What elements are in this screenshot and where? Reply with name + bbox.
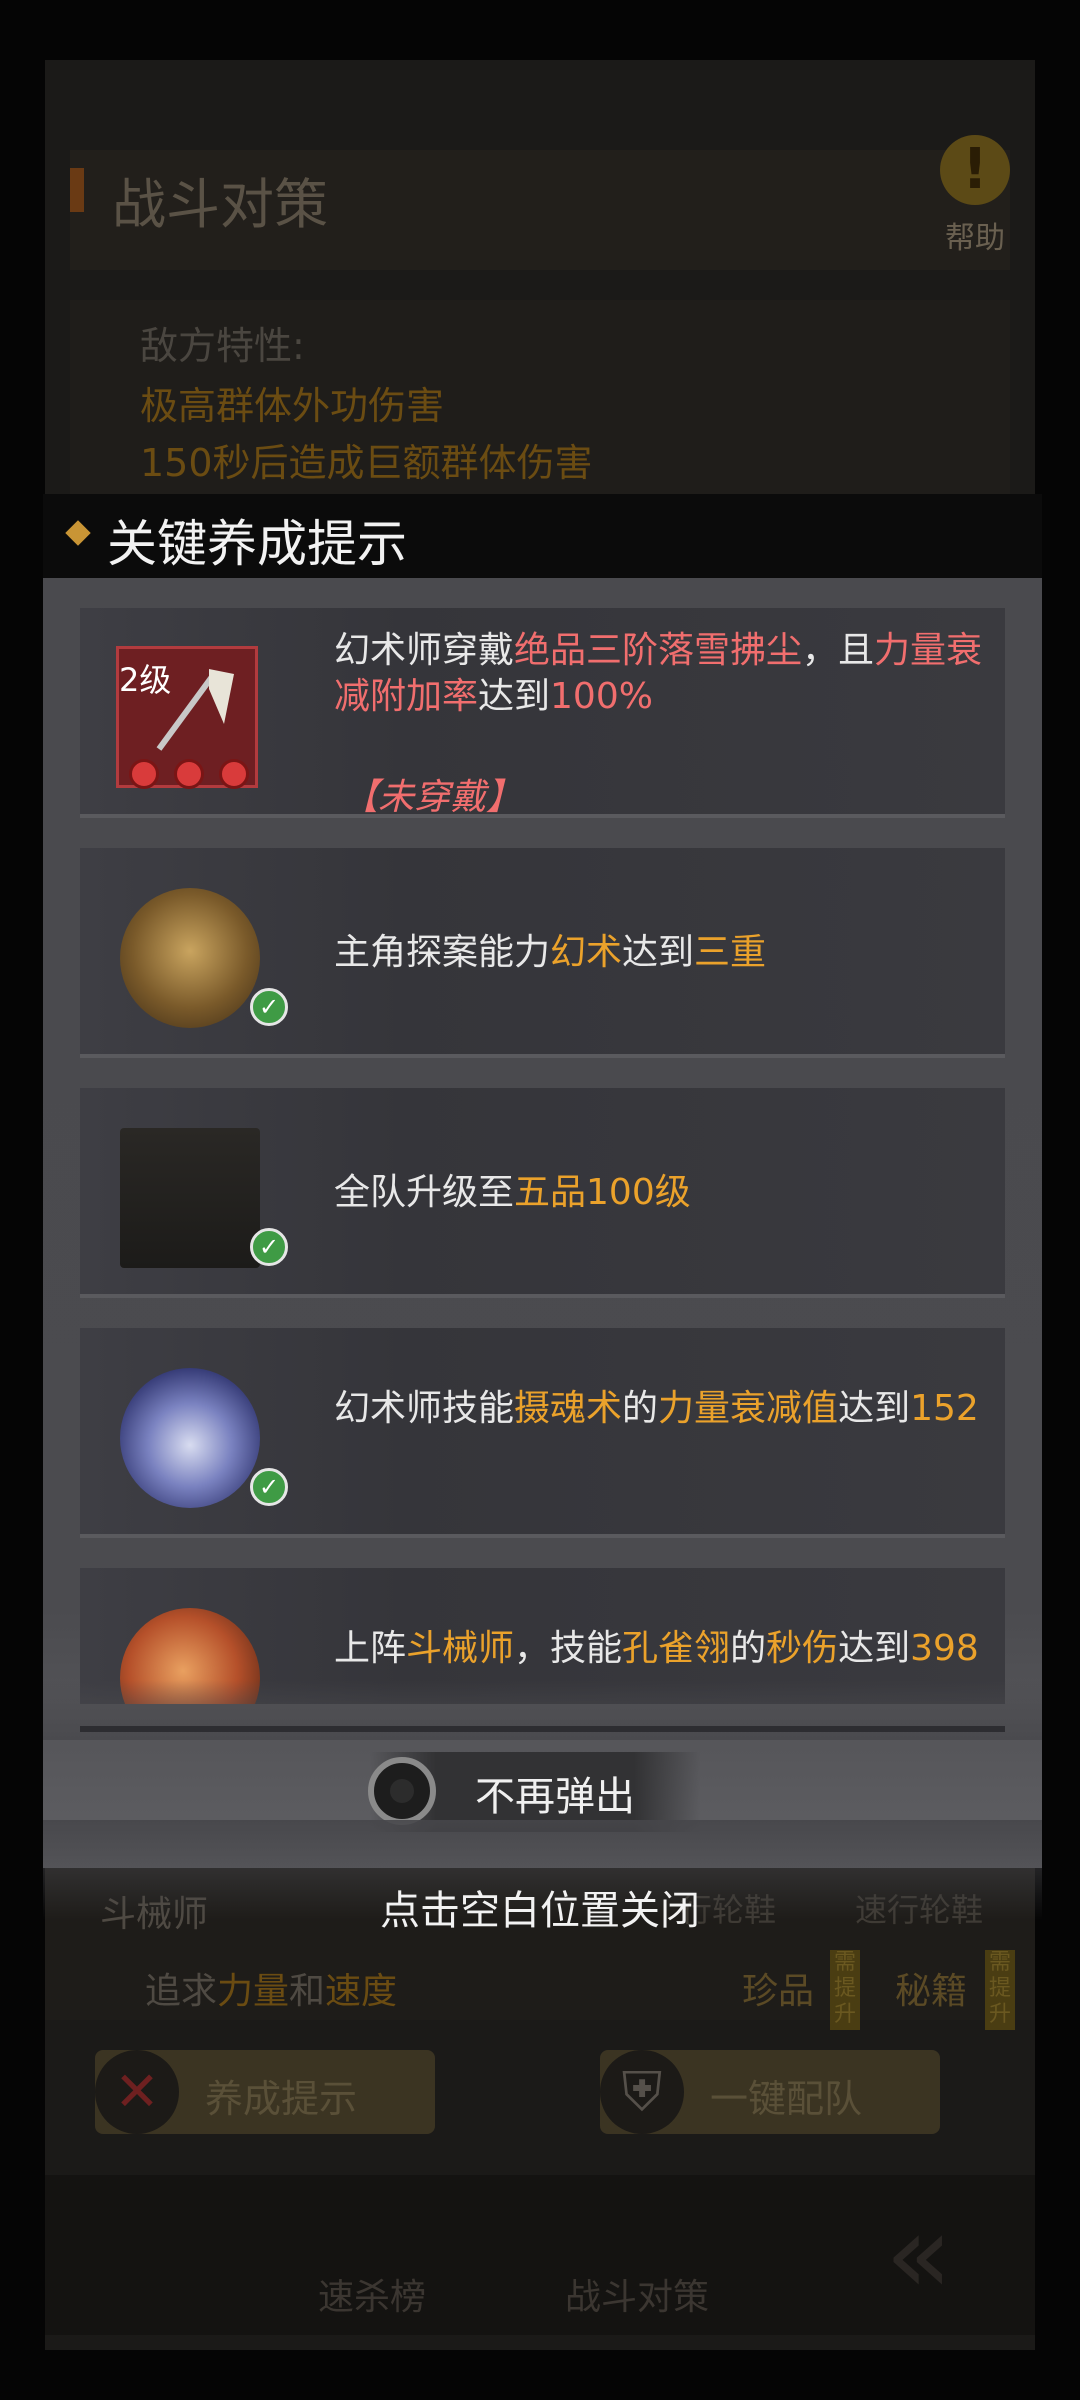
double-chevron-left-icon[interactable]: « bbox=[885, 2190, 952, 2318]
secret-book-link[interactable]: 秘籍 bbox=[895, 1962, 967, 2014]
highlight-text: 绝品三阶落雪拂尘 bbox=[514, 630, 803, 671]
tip-text: 上阵斗械师，技能孔雀翎的秒伤达到398 bbox=[334, 1626, 984, 1672]
plain-text: 幻术师穿戴 bbox=[334, 630, 515, 671]
checkmark-icon: ✓ bbox=[250, 1468, 288, 1506]
list-divider bbox=[80, 1726, 1005, 1732]
tip-card-team-level[interactable]: ✓ 全队升级至五品100级 bbox=[80, 1088, 1005, 1298]
highlight-text: 三重 bbox=[694, 932, 767, 973]
exclamation-icon: ! bbox=[940, 135, 1010, 205]
plain-text: 主角探案能力 bbox=[334, 932, 551, 973]
gem-icon bbox=[174, 759, 204, 789]
shield-icon: ⛨ bbox=[600, 2050, 684, 2134]
soul-vortex-icon bbox=[120, 1368, 260, 1508]
auto-team-button[interactable]: ⛨ 一键配队 bbox=[600, 2050, 940, 2134]
tip-text: 幻术师技能摄魂术的力量衰减值达到152 bbox=[334, 1386, 984, 1432]
pursue-prefix: 追求 bbox=[145, 1971, 218, 2012]
develop-tip-label: 养成提示 bbox=[205, 2077, 358, 2121]
plain-text: 全队升级至 bbox=[334, 1172, 515, 1213]
highlight-text: 斗械师 bbox=[406, 1628, 515, 1669]
not-equipped-status: 【未穿戴】 bbox=[342, 777, 523, 818]
enemy-traits-heading: 敌方特性: bbox=[140, 324, 305, 368]
tips-list[interactable]: 2级 幻术师穿戴绝品三阶落雪拂尘，且力量衰减附加率达到100% 【未穿戴】 ✓ … bbox=[80, 608, 1005, 1704]
nav-tab-speed-rank[interactable]: 速杀榜 bbox=[318, 2268, 426, 2320]
plain-text: 的 bbox=[622, 1388, 659, 1429]
plain-text: 上阵 bbox=[334, 1628, 407, 1669]
tip-text: 幻术师穿戴绝品三阶落雪拂尘，且力量衰减附加率达到100% bbox=[334, 628, 984, 720]
equipment-item-icon: 2级 bbox=[116, 646, 258, 789]
tip-card-illusion-skill[interactable]: ✓ 主角探案能力幻术达到三重 bbox=[80, 848, 1005, 1058]
team-silhouette-icon bbox=[120, 1128, 260, 1268]
highlight-text: 孔雀翎 bbox=[622, 1628, 731, 1669]
highlight-text: 幻术 bbox=[550, 932, 623, 973]
close-x-icon: ✕ bbox=[95, 2050, 179, 2134]
plain-text: 幻术师技能 bbox=[334, 1388, 515, 1429]
enemy-trait-line: 150秒后造成巨额群体伤害 bbox=[140, 441, 593, 485]
modal-header: 关键养成提示 bbox=[43, 494, 1042, 578]
auto-team-label: 一键配队 bbox=[710, 2077, 863, 2121]
tip-text: 主角探案能力幻术达到三重 bbox=[334, 930, 984, 976]
plain-text: ，技能 bbox=[514, 1628, 623, 1669]
no-popup-label[interactable]: 不再弹出 bbox=[475, 1764, 635, 1822]
pursue-joiner: 和 bbox=[289, 1971, 326, 2012]
pursue-text: 追求力量和速度 bbox=[145, 1962, 397, 2014]
close-hint[interactable]: 点击空白位置关闭 bbox=[0, 1878, 1080, 1936]
enemy-trait-line: 极高群体外功伤害 bbox=[140, 384, 445, 428]
tip-card-equipment[interactable]: 2级 幻术师穿戴绝品三阶落雪拂尘，且力量衰减附加率达到100% 【未穿戴】 bbox=[80, 608, 1005, 818]
help-label: 帮助 bbox=[945, 221, 1005, 256]
plain-text: 达到 bbox=[838, 1388, 911, 1429]
plain-text: 达到 bbox=[838, 1628, 911, 1669]
plain-text: 的 bbox=[730, 1628, 767, 1669]
treasure-link[interactable]: 珍品 bbox=[742, 1962, 814, 2014]
pursue-stat: 速度 bbox=[325, 1971, 398, 2012]
highlight-text: 力量衰减值 bbox=[658, 1388, 839, 1429]
plain-text: ，且 bbox=[802, 630, 875, 671]
highlight-text: 五品100级 bbox=[514, 1172, 691, 1213]
plain-text: 达到 bbox=[622, 932, 695, 973]
gem-icon bbox=[129, 759, 159, 789]
tip-text: 全队升级至五品100级 bbox=[334, 1170, 984, 1216]
tip-card-skill-value[interactable]: ✓ 幻术师技能摄魂术的力量衰减值达到152 bbox=[80, 1328, 1005, 1538]
gem-icon bbox=[219, 759, 249, 789]
diamond-icon bbox=[65, 520, 91, 546]
modal-title: 关键养成提示 bbox=[107, 515, 407, 573]
needs-upgrade-tag: 需提升 bbox=[830, 1950, 860, 2030]
checkmark-icon: ✓ bbox=[250, 1228, 288, 1266]
radio-button[interactable] bbox=[368, 1757, 436, 1825]
highlight-text: 秒伤 bbox=[766, 1628, 839, 1669]
needs-upgrade-tag: 需提升 bbox=[985, 1950, 1015, 2030]
develop-tip-button[interactable]: ✕ 养成提示 bbox=[95, 2050, 435, 2134]
background-page-title: 战斗对策 bbox=[112, 173, 328, 236]
hooded-hero-icon bbox=[120, 888, 260, 1028]
item-level: 2级 bbox=[119, 661, 172, 699]
title-accent-mark bbox=[70, 168, 84, 212]
pursue-stat: 力量 bbox=[217, 1971, 290, 2012]
nav-tab-battle-strategy[interactable]: 战斗对策 bbox=[565, 2268, 709, 2320]
help-button[interactable]: ! 帮助 bbox=[930, 135, 1020, 256]
checkmark-icon: ✓ bbox=[250, 988, 288, 1026]
radio-dot bbox=[390, 1779, 414, 1803]
plain-text: 达到 bbox=[478, 676, 551, 717]
highlight-text: 摄魂术 bbox=[514, 1388, 623, 1429]
highlight-text: 152 bbox=[910, 1388, 979, 1429]
highlight-text: 398 bbox=[910, 1628, 979, 1669]
highlight-text: 100% bbox=[550, 676, 653, 717]
